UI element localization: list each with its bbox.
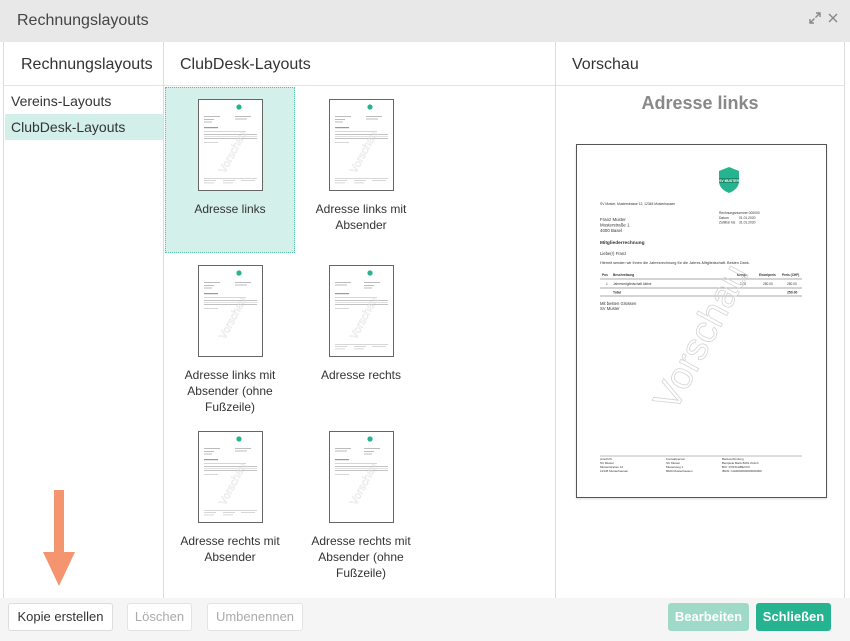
panel-header-title: ClubDesk-Layouts [180,56,311,73]
preview-document: SV MUSTER SV Muster, Musterstrasse 12, 1… [576,144,827,498]
layout-thumbnail-preview: Vorschau [204,104,257,184]
dialog-footer: Kopie erstellen Löschen Umbenennen Bearb… [0,598,850,641]
footer-col-2: IBAN: CH0000000000000000 [722,469,762,473]
edit-button[interactable]: Bearbeiten [668,603,749,631]
panel-header: Rechnungslayouts [4,42,163,86]
nav-item-vereins-layouts[interactable]: Vereins-Layouts [5,88,163,114]
layout-thumbnail-preview: Vorschau [204,270,257,342]
layout-label: Adresse rechts mit Absender [180,534,280,564]
annotation-arrow-icon [43,490,75,586]
preview-document-svg: SV MUSTER SV Muster, Musterstrasse 12, 1… [600,167,802,473]
layout-thumbnail: Vorschau [198,431,263,523]
meta-label-1: Datum [719,216,729,220]
layout-thumbnail-preview: Vorschau [204,436,257,516]
nav-item-label: ClubDesk-Layouts [11,119,126,135]
table-header: Beschreibung [613,273,634,277]
meta-label-0: Rechnungsnummer 000000 [719,211,760,215]
nav-item-label: Vereins-Layouts [11,93,112,109]
meta-value-1: 01.01.2020 [739,216,756,220]
panel-header-title: Rechnungslayouts [21,56,153,73]
preview-panel: Vorschau Adresse links SV MUSTER SV Must… [555,42,845,598]
layout-tile-adresse-links[interactable]: Vorschau Adresse links [165,87,295,253]
layout-thumbnail: Vorschau [329,99,394,191]
layout-tile-adresse-rechts-mit-absender[interactable]: Vorschau Adresse rechts mit Absender [165,419,295,585]
layout-tile-adresse-rechts-ohne-fusszeile[interactable]: Vorschau Adresse rechts mit Absender (oh… [296,419,426,585]
table-cell: 250.00 [787,282,797,286]
table-cell: Jahresmitgliedschaft Aktive [613,282,652,286]
layout-thumbnail-preview: Vorschau [335,104,388,184]
preview-title: Adresse links [641,93,759,113]
nav-item-clubdesk-layouts[interactable]: ClubDesk-Layouts [5,114,163,140]
club-logo-icon: SV MUSTER [719,167,739,193]
delete-button[interactable]: Löschen [127,603,192,631]
table-header: Preis (CHF) [782,273,799,277]
expand-icon-glyph [809,12,821,24]
panel-header: Vorschau [556,42,844,86]
layout-tile-adresse-rechts[interactable]: Vorschau Adresse rechts [296,253,426,419]
layout-tile-adresse-links-mit-absender[interactable]: Vorschau Adresse links mit Absender [296,87,426,253]
layout-thumbnail: Vorschau [198,265,263,357]
recipient-line: 4000 Basel [600,228,622,233]
recipient-line: Franz Muster [600,217,626,222]
layout-thumbnail: Vorschau [198,99,263,191]
meta-value-2: 31.01.2020 [739,221,756,225]
meta-label-2: Zahlbar bis [719,221,736,225]
total-value: 250.00 [787,291,797,295]
expand-icon[interactable] [808,11,822,27]
layout-label: Adresse rechts mit Absender (ohne Fußzei… [311,534,411,580]
preview-watermark: Vorschau [646,258,757,418]
logo-text: SV MUSTER [719,179,739,183]
rename-button[interactable]: Umbenennen [207,603,303,631]
layout-category-panel: Rechnungslayouts Vereins-Layouts ClubDes… [3,42,163,598]
panel-header-title: Vorschau [572,56,639,73]
close-icon[interactable] [826,11,840,27]
footer-col-1: 8000 Musterhausen [666,469,693,473]
footer-col-0: 12345 Musterhausen [600,469,629,473]
recipient-line: Musterstraße 1 [600,223,630,228]
layout-thumbnail: Vorschau [329,431,394,523]
window-titlebar: Rechnungslayouts [0,0,850,42]
layout-label: Adresse links mit Absender [315,202,407,232]
layout-thumbnail: Vorschau [329,265,394,357]
close-button[interactable]: Schließen [756,603,831,631]
salutation: Liebe(r) Franz [600,251,626,256]
layout-grid-panel: ClubDesk-Layouts Vorschau Adresse links … [163,42,555,598]
layout-label: Adresse rechts [320,368,402,382]
window-title: Rechnungslayouts [17,12,149,29]
panel-header: ClubDesk-Layouts [164,42,555,86]
layout-label: Adresse links mit Absender (ohne Fußzeil… [184,368,276,414]
table-cell: 250.00 [763,282,773,286]
table-header: Einzelpreis [759,273,776,277]
closing-line: SV Muster [600,306,620,311]
sender-line: SV Muster, Musterstrasse 12, 12345 Muste… [600,202,675,206]
table-header: Pos [602,273,608,277]
layout-thumbnail-preview: Vorschau [335,270,388,350]
table-cell: 1 [606,282,608,286]
layout-tile-adresse-links-ohne-fusszeile[interactable]: Vorschau Adresse links mit Absender (ohn… [165,253,295,419]
layout-thumbnail-preview: Vorschau [335,436,388,508]
layout-label: Adresse links [194,202,266,216]
close-icon-glyph [828,13,838,23]
invoice-subject: Mitgliederrechnung [600,240,645,246]
total-label: Total [613,291,621,295]
copy-button[interactable]: Kopie erstellen [8,603,113,631]
